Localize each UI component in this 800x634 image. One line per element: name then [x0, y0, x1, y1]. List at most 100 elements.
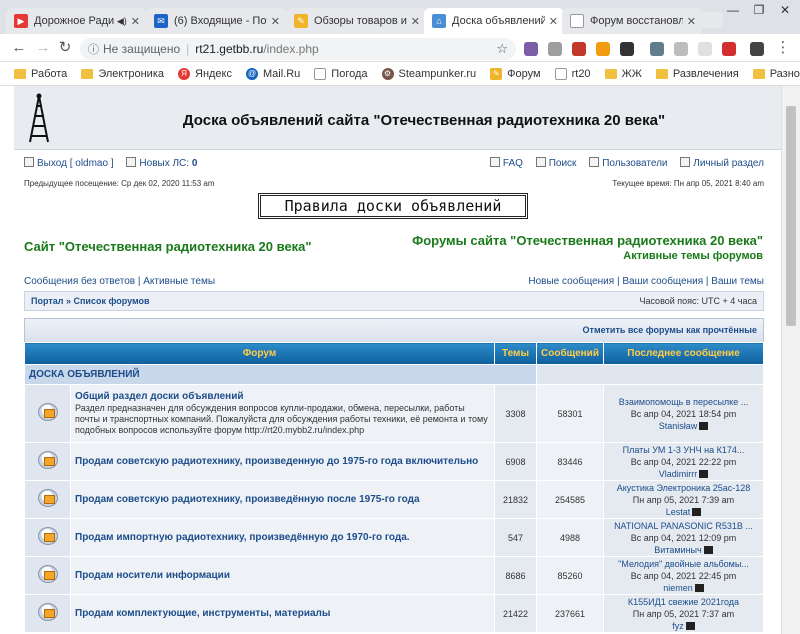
tab-forum[interactable]: Форум восстановлен ✕	[562, 8, 702, 34]
forum-link[interactable]: Продам комплектующие, инструменты, матер…	[75, 608, 490, 619]
last-post-user[interactable]: fyz	[672, 621, 684, 631]
unanswered-link[interactable]: Сообщения без ответов	[24, 276, 135, 287]
cloud-icon[interactable]	[698, 42, 712, 56]
bookmark-label: ЖЖ	[621, 67, 642, 80]
extension-icon[interactable]	[596, 42, 610, 56]
last-post-link[interactable]: К155ИД1 свежие 2021года	[604, 596, 763, 608]
close-icon[interactable]: ✕	[411, 15, 420, 28]
bookmark-yandex[interactable]: Я Яндекс	[178, 67, 232, 80]
forum-link[interactable]: Продам импортную радиотехнику, произведё…	[75, 532, 490, 543]
extension-icon[interactable]	[674, 42, 688, 56]
star-icon[interactable]: ☆	[496, 41, 508, 57]
bookmark-steampunker[interactable]: ⚙ Steampunker.ru	[381, 67, 476, 80]
menu-icon[interactable]: ⋮	[774, 39, 792, 57]
goto-post-icon[interactable]	[703, 545, 713, 554]
extension-icon[interactable]	[524, 42, 538, 56]
your-topics-link[interactable]: Ваши темы	[711, 276, 764, 287]
close-window-button[interactable]: ✕	[772, 0, 798, 20]
profile-link[interactable]: Личный раздел	[693, 158, 764, 169]
extension-icon[interactable]	[722, 42, 736, 56]
message-icon	[126, 157, 137, 167]
new-posts-link[interactable]: Новые сообщения	[528, 276, 614, 287]
last-post-link[interactable]: Платы УМ 1-3 УНЧ на К174...	[604, 444, 763, 456]
house-icon: ⌂	[432, 14, 446, 28]
last-post-link[interactable]: Акустика Электроника 25ас-128	[604, 482, 763, 494]
close-icon[interactable]: ✕	[687, 15, 696, 28]
forum-link[interactable]: Продам советскую радиотехнику, произведе…	[75, 456, 490, 467]
username-link[interactable]: [ oldmao ]	[70, 158, 114, 169]
profile-icon	[680, 157, 691, 167]
category-title[interactable]: ДОСКА ОБЪЯВЛЕНИЙ	[24, 364, 537, 385]
maximize-button[interactable]: ❐	[746, 0, 772, 20]
extension-icon[interactable]	[548, 42, 562, 56]
last-post-link[interactable]: Взаимопомощь в пересылке ...	[604, 396, 763, 408]
site-link[interactable]: Сайт "Отечественная радиотехника 20 века…	[24, 239, 312, 254]
reload-button[interactable]: ↻	[56, 39, 74, 57]
users-link[interactable]: Пользователи	[602, 158, 667, 169]
faq-link[interactable]: FAQ	[503, 158, 523, 169]
last-post-link[interactable]: NATIONAL PANASONIC R531B ...	[604, 520, 763, 532]
last-post-date: Вс апр 04, 2021 22:45 pm	[630, 570, 737, 581]
active-forum-topics-link[interactable]: Активные темы форумов	[412, 250, 763, 262]
close-icon[interactable]: ✕	[131, 15, 140, 28]
speaker-icon[interactable]: ◀)	[117, 16, 127, 27]
table-row: Продам носители информации 8686 85260 "М…	[24, 556, 764, 595]
bookmark-weather[interactable]: Погода	[314, 67, 368, 80]
scrollbar-thumb[interactable]	[786, 106, 796, 326]
goto-post-icon[interactable]	[692, 507, 702, 516]
bookmark-fun[interactable]: Развлечения	[655, 68, 739, 80]
back-button[interactable]: ←	[10, 39, 28, 57]
forums-link[interactable]: Форумы сайта "Отечественная радиотехника…	[412, 233, 763, 248]
last-post-user[interactable]: Витаминыч	[654, 545, 701, 555]
logout-link[interactable]: Выход	[37, 158, 67, 169]
bookmark-mailru[interactable]: @ Mail.Ru	[246, 67, 300, 80]
breadcrumb-forum-list[interactable]: Список форумов	[74, 296, 150, 306]
table-row: Продам советскую радиотехнику, произведе…	[24, 442, 764, 481]
extension-icon[interactable]	[572, 42, 586, 56]
extension-icon[interactable]	[750, 42, 764, 56]
bookmark-forum[interactable]: ✎ Форум	[490, 67, 541, 80]
page-scrollbar[interactable]	[781, 86, 800, 634]
forum-link[interactable]: Продам носители информации	[75, 570, 490, 581]
extension-icon[interactable]	[620, 42, 634, 56]
bookmark-misc[interactable]: Разное	[752, 68, 800, 80]
extension-icon[interactable]	[650, 42, 664, 56]
tab-mail[interactable]: ✉ (6) Входящие - Почта ✕	[146, 8, 286, 34]
active-topics-link[interactable]: Активные темы	[143, 276, 215, 287]
forward-button[interactable]: →	[34, 39, 52, 57]
goto-post-icon[interactable]	[699, 469, 709, 478]
forum-link[interactable]: Общий раздел доски объявлений	[75, 391, 490, 402]
last-post-user[interactable]: niemen	[663, 583, 693, 593]
gear-icon: ⚙	[381, 67, 394, 80]
address-bar[interactable]: ⓘ Не защищено | rt21.getbb.ru/index.php …	[80, 38, 516, 60]
info-icon[interactable]: ⓘ	[88, 41, 99, 57]
goto-post-icon[interactable]	[694, 583, 704, 592]
tab-radio[interactable]: ▶ Дорожное Радио ◀) ✕	[6, 8, 146, 34]
your-posts-link[interactable]: Ваши сообщения	[622, 276, 703, 287]
bookmark-electronics[interactable]: Электроника	[81, 68, 164, 80]
last-post-date: Вс апр 04, 2021 12:09 pm	[630, 532, 737, 543]
mark-all-read-link[interactable]: Отметить все форумы как прочтённые	[583, 325, 757, 335]
close-icon[interactable]: ✕	[549, 15, 558, 28]
bookmark-lj[interactable]: ЖЖ	[604, 67, 642, 80]
close-icon[interactable]: ✕	[271, 15, 280, 28]
rules-link[interactable]: Правила доски объявлений	[258, 193, 528, 219]
goto-post-icon[interactable]	[685, 621, 695, 630]
last-post-user[interactable]: Vladimirrr	[659, 469, 698, 479]
table-row: Продам советскую радиотехнику, произведё…	[24, 480, 764, 519]
youtube-icon: ▶	[14, 14, 28, 28]
search-link[interactable]: Поиск	[549, 158, 577, 169]
tab-board[interactable]: ⌂ Доска объявлений с ✕	[424, 8, 564, 34]
last-post-link[interactable]: "Мелодия" двойные альбомы...	[604, 558, 763, 570]
goto-post-icon[interactable]	[699, 421, 709, 430]
pencil-icon: ✎	[490, 67, 503, 80]
tab-reviews[interactable]: ✎ Обзоры товаров из и ✕	[286, 8, 426, 34]
breadcrumb-portal[interactable]: Портал	[31, 296, 63, 306]
last-post-user[interactable]: Lestat	[666, 507, 691, 517]
last-post-user[interactable]: Stanisław	[659, 421, 698, 431]
bookmark-rt20[interactable]: rt20	[554, 67, 591, 80]
forum-link[interactable]: Продам советскую радиотехнику, произведё…	[75, 494, 490, 505]
minimize-button[interactable]: —	[720, 0, 746, 20]
bookmark-work[interactable]: Работа	[14, 68, 67, 80]
new-pm-link[interactable]: Новых ЛС:	[139, 158, 189, 169]
